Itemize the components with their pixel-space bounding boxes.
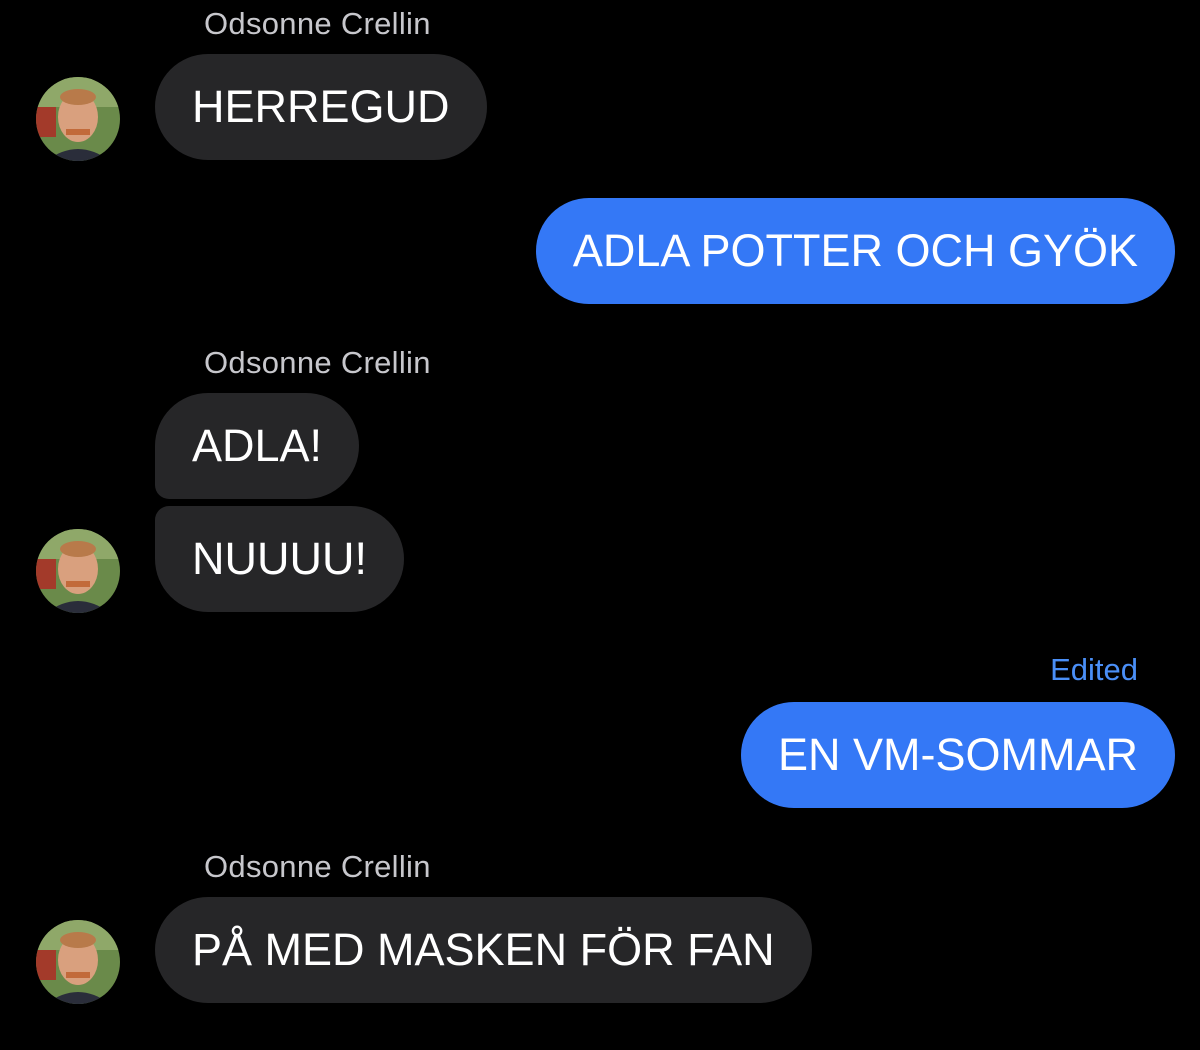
contact-avatar[interactable]: [36, 529, 120, 613]
outgoing-message-bubble[interactable]: EN VM-SOMMAR: [741, 702, 1175, 808]
contact-avatar[interactable]: [36, 77, 120, 161]
outgoing-message-bubble[interactable]: ADLA POTTER OCH GYÖK: [535, 198, 1175, 304]
contact-photo-avatar: [36, 77, 120, 161]
sender-name: Odsonne Crellin: [204, 849, 431, 884]
sender-name: Odsonne Crellin: [204, 6, 431, 41]
contact-photo-avatar: [36, 920, 120, 1004]
sender-name: Odsonne Crellin: [204, 345, 431, 380]
incoming-message-bubble[interactable]: NUUUU!: [155, 506, 404, 612]
incoming-message-bubble[interactable]: ADLA!: [155, 393, 360, 499]
edited-label: Edited: [1050, 652, 1138, 687]
incoming-message-bubble[interactable]: HERREGUD: [155, 54, 487, 160]
contact-avatar[interactable]: [36, 920, 120, 1004]
contact-photo-avatar: [36, 529, 120, 613]
incoming-message-bubble[interactable]: PÅ MED MASKEN FÖR FAN: [155, 897, 812, 1003]
